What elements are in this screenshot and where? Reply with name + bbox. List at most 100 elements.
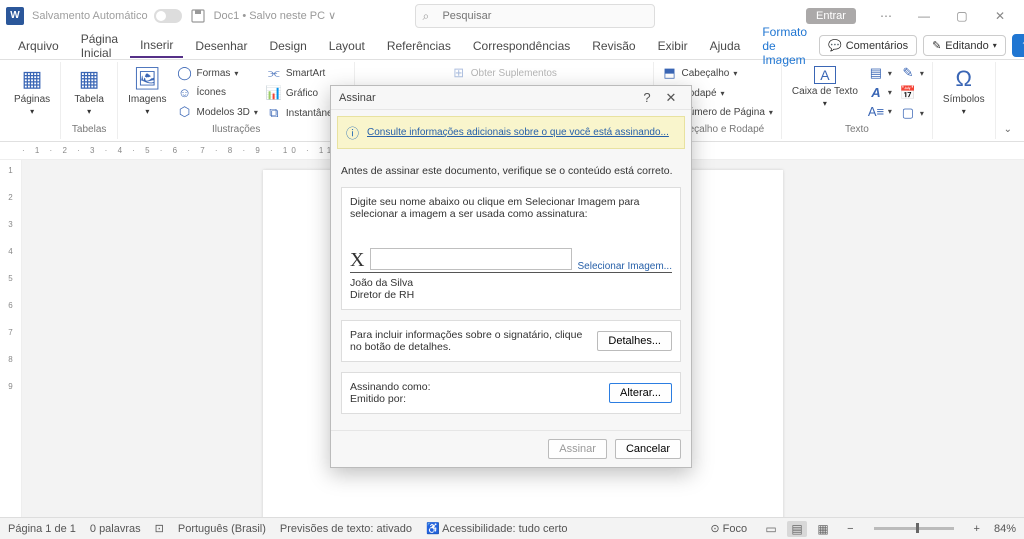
group-label: Texto xyxy=(845,124,869,137)
icones-button[interactable]: ☺Ícones xyxy=(175,84,260,101)
smartart-button[interactable]: ⫘SmartArt xyxy=(264,64,348,82)
status-bar: Página 1 de 1 0 palavras ⊡ Português (Br… xyxy=(0,517,1024,539)
suplementos-button[interactable]: ⊞Obter Suplementos xyxy=(449,64,559,82)
minimize-icon[interactable]: — xyxy=(906,2,942,30)
group-texto: ACaixa de Texto▾ ▤▾ A▾ A≡▾ ✎▾ 📅 ▢▾ Texto xyxy=(782,62,933,139)
tab-exibir[interactable]: Exibir xyxy=(648,35,698,57)
chart-icon: 📊 xyxy=(266,85,282,101)
tabela-button[interactable]: ▦Tabela▾ xyxy=(67,64,111,118)
tab-revisao[interactable]: Revisão xyxy=(582,35,645,57)
tab-referencias[interactable]: Referências xyxy=(377,35,461,57)
toggle-switch[interactable] xyxy=(154,9,182,23)
simbolos-button[interactable]: ΩSímbolos▾ xyxy=(939,64,989,118)
ribbon-display-icon[interactable]: ⋯ xyxy=(868,2,904,30)
object-button[interactable]: ▢▾ xyxy=(898,104,926,122)
dialog-title: Assinar xyxy=(339,92,635,104)
signature-panel: Digite seu nome abaixo ou clique em Sele… xyxy=(341,187,681,310)
modelos3d-button[interactable]: ⬡Modelos 3D▾ xyxy=(175,103,260,121)
zoom-slider[interactable] xyxy=(874,527,954,530)
help-icon[interactable]: ? xyxy=(635,90,659,105)
close-icon[interactable]: ✕ xyxy=(982,2,1018,30)
verify-text: Antes de assinar este documento, verifiq… xyxy=(341,165,681,177)
document-name[interactable]: Doc1 • Salvo neste PC ∨ xyxy=(214,9,337,22)
web-layout-icon[interactable]: ▦ xyxy=(813,521,833,537)
paginas-button[interactable]: ▦Páginas▾ xyxy=(10,64,54,118)
language-indicator[interactable]: Português (Brasil) xyxy=(178,523,266,535)
details-button[interactable]: Detalhes... xyxy=(597,331,672,351)
signature-icon: ✎ xyxy=(900,65,916,81)
sign-dialog: Assinar ? ✕ ⓘ Consulte informações adici… xyxy=(330,85,692,468)
object-icon: ▢ xyxy=(900,105,916,121)
screenshot-icon: ⧉ xyxy=(266,105,282,121)
close-dialog-icon[interactable]: ✕ xyxy=(659,90,683,106)
group-ilustracoes: 🖼Imagens▾ ◯Formas▾ ☺Ícones ⬡Modelos 3D▾ … xyxy=(118,62,355,139)
autosave-toggle[interactable]: Salvamento Automático xyxy=(32,9,182,23)
cabecalho-button[interactable]: ⬒Cabeçalho▾ xyxy=(660,64,775,82)
signer-title: Diretor de RH xyxy=(350,289,672,301)
zoom-level[interactable]: 84% xyxy=(994,523,1016,535)
group-simbolos: ΩSímbolos▾ xyxy=(933,62,996,139)
tab-desenhar[interactable]: Desenhar xyxy=(185,35,257,57)
signer-name: João da Silva xyxy=(350,277,672,289)
tab-arquivo[interactable]: Arquivo xyxy=(8,35,69,57)
group-paginas: ▦Páginas▾ xyxy=(4,62,61,139)
sign-button[interactable]: Assinar xyxy=(548,439,607,459)
text-predictions[interactable]: Previsões de texto: ativado xyxy=(280,523,412,535)
group-label: Tabelas xyxy=(72,124,106,137)
tab-design[interactable]: Design xyxy=(259,35,316,57)
search-input[interactable] xyxy=(415,4,655,28)
accessibility-status[interactable]: ♿ Acessibilidade: tudo certo xyxy=(426,522,568,535)
wordart-icon: A xyxy=(868,85,884,100)
collapse-ribbon-icon[interactable]: ⌄ xyxy=(996,120,1020,139)
icons-icon: ☺ xyxy=(177,85,193,100)
smartart-icon: ⫘ xyxy=(266,65,282,81)
sigline-button[interactable]: ✎▾ xyxy=(898,64,926,82)
cancel-button[interactable]: Cancelar xyxy=(615,439,681,459)
search-icon: ⌕ xyxy=(422,9,429,24)
word-app-icon: W xyxy=(6,7,24,25)
ribbon-tabs: Arquivo Página Inicial Inserir Desenhar … xyxy=(0,32,1024,60)
zoom-in-icon[interactable]: + xyxy=(974,523,980,535)
dialog-footer: Assinar Cancelar xyxy=(331,430,691,467)
wordart-button[interactable]: A▾ xyxy=(866,84,894,101)
signing-as-panel: Assinando como: Emitido por: Alterar... xyxy=(341,372,681,414)
view-mode-icons: ▭ ▤ ▦ xyxy=(761,521,833,537)
share-button[interactable]: ⇪ ▾ xyxy=(1012,34,1024,57)
spell-check-icon[interactable]: ⊡ xyxy=(155,522,164,535)
tab-layout[interactable]: Layout xyxy=(319,35,375,57)
formas-button[interactable]: ◯Formas▾ xyxy=(175,64,260,82)
editing-button[interactable]: ✎ Editando ▾ xyxy=(923,35,1006,56)
imagens-button[interactable]: 🖼Imagens▾ xyxy=(124,64,170,118)
caixa-texto-button[interactable]: ACaixa de Texto▾ xyxy=(788,64,862,110)
tab-ajuda[interactable]: Ajuda xyxy=(700,35,751,57)
search-box[interactable]: ⌕ xyxy=(415,4,655,28)
signature-x: X xyxy=(350,249,364,272)
dropcap-button[interactable]: A≡▾ xyxy=(866,103,894,120)
info-banner: ⓘ Consulte informações adicionais sobre … xyxy=(337,116,685,149)
vertical-ruler[interactable]: 123456789 xyxy=(0,160,22,517)
print-layout-icon[interactable]: ▤ xyxy=(787,521,807,537)
quickparts-button[interactable]: ▤▾ xyxy=(866,64,894,82)
dialog-title-bar[interactable]: Assinar ? ✕ xyxy=(331,86,691,110)
select-image-link[interactable]: Selecionar Imagem... xyxy=(578,261,673,272)
info-link[interactable]: Consulte informações adicionais sobre o … xyxy=(367,127,669,138)
page-indicator[interactable]: Página 1 de 1 xyxy=(8,523,76,535)
change-button[interactable]: Alterar... xyxy=(609,383,672,403)
maximize-icon[interactable]: ▢ xyxy=(944,2,980,30)
tab-correspondencias[interactable]: Correspondências xyxy=(463,35,580,57)
shapes-icon: ◯ xyxy=(177,65,193,81)
word-count[interactable]: 0 palavras xyxy=(90,523,141,535)
datetime-button[interactable]: 📅 xyxy=(898,84,926,102)
save-icon[interactable] xyxy=(190,8,206,24)
header-icon: ⬒ xyxy=(662,65,678,81)
focus-mode[interactable]: ⊙ Foco xyxy=(710,522,747,535)
info-icon: ⓘ xyxy=(346,123,359,142)
signature-input[interactable] xyxy=(370,248,571,270)
tab-inserir[interactable]: Inserir xyxy=(130,34,183,58)
tab-pagina-inicial[interactable]: Página Inicial xyxy=(71,28,128,64)
3d-icon: ⬡ xyxy=(177,104,193,120)
read-mode-icon[interactable]: ▭ xyxy=(761,521,781,537)
zoom-out-icon[interactable]: − xyxy=(847,523,853,535)
comments-button[interactable]: 💬 Comentários xyxy=(819,35,917,56)
addins-icon: ⊞ xyxy=(451,65,467,81)
